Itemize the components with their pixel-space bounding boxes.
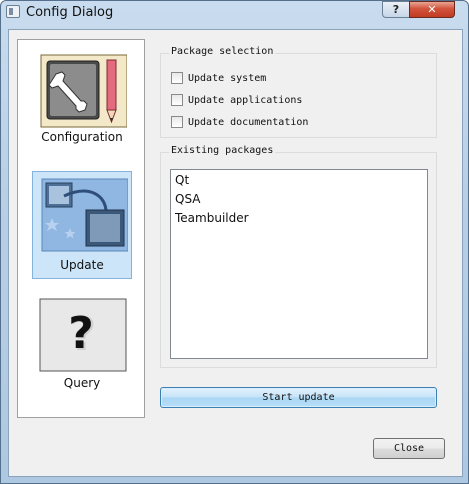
list-item[interactable]: Qt: [175, 173, 189, 187]
list-item[interactable]: Teambuilder: [175, 211, 249, 225]
page-list[interactable]: Configuration Update ? ? Query: [17, 39, 145, 418]
nav-label-update: Update: [60, 258, 104, 272]
close-button[interactable]: Close: [373, 438, 445, 459]
update-applications-checkbox[interactable]: [171, 94, 183, 106]
window-title: Config Dialog: [26, 5, 114, 20]
close-window-button[interactable]: ✕: [409, 1, 455, 18]
update-documentation-checkbox[interactable]: [171, 116, 183, 128]
update-icon: [41, 178, 128, 252]
nav-label-query: Query: [63, 376, 101, 390]
title-bar[interactable]: Config Dialog ? ✕: [1, 1, 468, 23]
nav-item-query[interactable]: ? ? Query: [32, 292, 132, 400]
nav-item-configuration[interactable]: Configuration: [32, 48, 132, 156]
configuration-icon: [40, 54, 127, 128]
packages-list[interactable]: Qt QSA Teambuilder: [170, 169, 428, 359]
update-applications-label[interactable]: Update applications: [188, 95, 302, 106]
update-documentation-option[interactable]: Update documentation: [171, 115, 308, 129]
package-selection-title: Package selection: [169, 46, 276, 57]
app-icon: [6, 5, 20, 18]
update-system-label[interactable]: Update system: [188, 73, 266, 84]
dialog-content: Configuration Update ? ? Query Package s…: [8, 29, 463, 477]
config-dialog-window: Config Dialog ? ✕ Configuration Update ?…: [0, 0, 469, 484]
update-system-checkbox[interactable]: [171, 72, 183, 84]
update-documentation-label[interactable]: Update documentation: [188, 117, 308, 128]
update-applications-option[interactable]: Update applications: [171, 93, 302, 107]
existing-packages-group: Existing packages Qt QSA Teambuilder: [160, 145, 437, 368]
nav-label-configuration: Configuration: [41, 130, 123, 144]
svg-text:?: ?: [68, 308, 94, 359]
query-icon: ? ?: [39, 298, 127, 372]
package-selection-group: Package selection Update system Update a…: [160, 46, 437, 138]
update-system-option[interactable]: Update system: [171, 71, 266, 85]
start-update-button[interactable]: Start update: [160, 387, 437, 408]
nav-item-update[interactable]: Update: [32, 171, 132, 279]
existing-packages-title: Existing packages: [169, 145, 276, 156]
list-item[interactable]: QSA: [175, 192, 201, 206]
help-button[interactable]: ?: [382, 1, 409, 18]
